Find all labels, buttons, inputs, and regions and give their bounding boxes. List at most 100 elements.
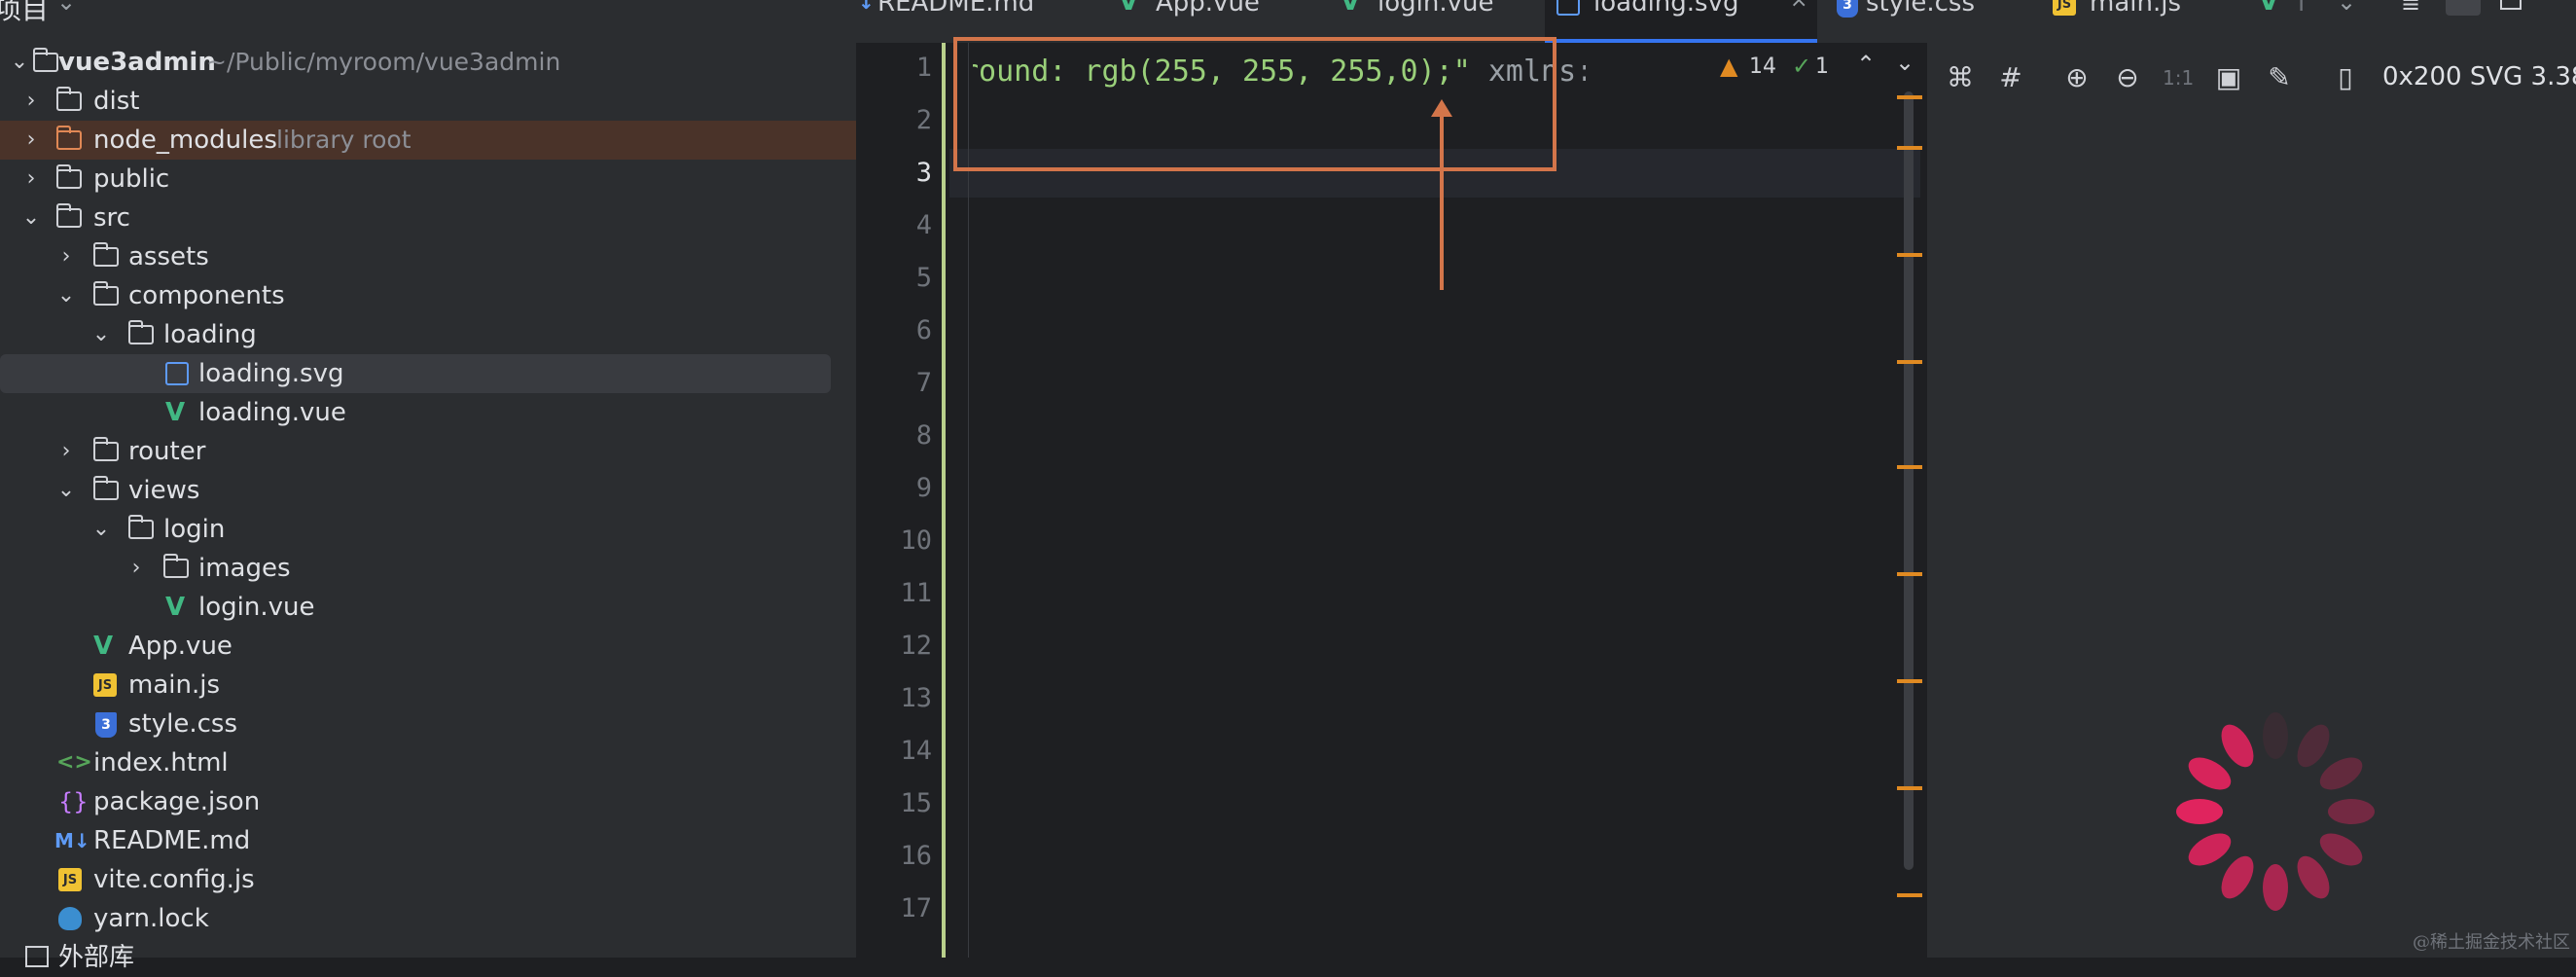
spinner-petal [2188,833,2232,866]
chevron-down-icon[interactable]: ⌄ [8,43,31,82]
background-icon[interactable]: ▣ [2213,62,2244,93]
grid-icon[interactable]: # [1995,62,2026,93]
actual-size-button[interactable]: 1:1 [2163,62,2194,93]
warning-icon: ▲ [1720,53,1738,80]
tree-item-external-libraries[interactable]: 外部库 [0,938,856,977]
warning-stripe[interactable] [1897,786,1922,790]
tree-item-index-html[interactable]: <> index.html [0,743,856,782]
tree-item-node-modules[interactable]: › node_modules library root [0,121,856,160]
chevron-right-icon[interactable]: › [19,82,43,121]
tab-main-js[interactable]: JS main.js [2051,0,2197,43]
folder-icon [162,554,191,580]
warning-stripe[interactable] [1897,95,1922,99]
spinner-petal [2319,833,2363,866]
menu-icon[interactable]: ≡ [2401,0,2420,18]
tree-root[interactable]: ⌄ vue3admin ~/Public/myroom/vue3admin [0,43,856,82]
chevron-right-icon[interactable]: › [19,160,43,199]
fit-icon[interactable]: ⌘ [1945,62,1976,93]
chevron-down-icon[interactable]: ⌄ [2337,0,2356,16]
tree-item-label: login [163,515,226,544]
tree-item-components[interactable]: ⌄ components [0,276,856,315]
zoom-in-icon[interactable]: ⊕ [2061,62,2093,93]
tree-item-style-css[interactable]: 3 style.css [0,705,856,743]
chevron-down-icon[interactable]: ⌄ [19,199,43,237]
chevron-down-icon[interactable]: ⌄ [54,471,78,510]
tree-item-public[interactable]: › public [0,160,856,199]
warning-stripe[interactable] [1897,360,1922,364]
tab-loading-svg[interactable]: loading.svg × [1545,0,1817,43]
annotation-arrow-head [1431,99,1452,117]
split-view-icon[interactable] [2446,0,2481,16]
tree-item-loading-vue[interactable]: V loading.vue [0,393,856,432]
tree-item-label: loading [163,320,257,349]
tree-item-assets[interactable]: › assets [0,237,856,276]
chevron-down-icon[interactable]: ⌄ [89,510,113,549]
project-panel: 项目 ⌄ ⌄ vue3admin ~/Public/myroom/vue3adm… [0,0,856,972]
tree-item-views[interactable]: ⌄ views [0,471,856,510]
chevron-down-icon[interactable]: ⌄ [54,276,78,315]
json-file-icon: {} [58,788,89,815]
warning-stripe[interactable] [1897,253,1922,257]
tree-item-vite-config[interactable]: JS vite.config.js [0,860,856,899]
yarn-file-icon [58,907,86,930]
tree-item-label: 外部库 [58,943,135,972]
js-file-icon: JS [93,673,121,697]
chevron-up-icon[interactable]: ⌃ [1856,51,1876,78]
warning-stripe[interactable] [1897,679,1922,683]
tab-label: README.md [877,0,1035,18]
vue-file-icon: V [165,398,186,427]
layout-icon[interactable]: ▯ [2330,62,2361,93]
chevron-down-icon[interactable]: ⌄ [89,315,113,354]
tab-overflow[interactable]: V l [2259,0,2317,43]
warning-stripe[interactable] [1897,572,1922,576]
line-number: 5 [915,263,932,293]
tree-item-label: public [93,164,170,194]
tree-item-label: dist [93,87,140,116]
tree-item-readme[interactable]: M↓ README.md [0,821,856,860]
tree-item-login-vue[interactable]: V login.vue [0,588,856,627]
annotation-arrow-shaft [1440,115,1444,290]
tree-item-yarn-lock[interactable]: yarn.lock [0,899,856,938]
tree-item-app-vue[interactable]: V App.vue [0,627,856,666]
chevron-right-icon[interactable]: › [125,549,148,588]
tree-item-router[interactable]: › router [0,432,856,471]
tree-item-label: views [128,476,200,505]
spinner-petal [2328,799,2375,824]
chevron-right-icon[interactable]: › [19,121,43,160]
tree-item-loading-folder[interactable]: ⌄ loading [0,315,856,354]
vertical-scrollbar[interactable] [1904,91,1914,870]
tree-item-src[interactable]: ⌄ src [0,199,856,237]
chevron-right-icon[interactable]: › [54,237,78,276]
vue-icon: V [1341,0,1361,17]
close-icon[interactable]: × [1790,0,1807,13]
line-number: 6 [915,315,932,345]
zoom-out-icon[interactable]: ⊖ [2112,62,2143,93]
tab-label: App.vue [1156,0,1260,18]
preview-only-icon[interactable] [2500,0,2522,10]
code-editor[interactable]: 1 2 3 4 5 6 7 8 9 10 11 12 13 14 15 16 1… [856,43,1926,958]
tree-item-main-js[interactable]: JS main.js [0,666,856,705]
spinner-petal [2297,724,2330,768]
tab-style-css[interactable]: 3 style.css [1829,0,1994,43]
tree-item-login[interactable]: ⌄ login [0,510,856,549]
spinner-petal [2297,855,2330,899]
chevron-down-icon[interactable]: ⌄ [56,0,76,16]
warning-stripe[interactable] [1897,465,1922,469]
tree-item-package-json[interactable]: {} package.json [0,782,856,821]
check-count: 1 [1815,54,1829,79]
color-picker-icon[interactable]: ✎ [2264,62,2295,93]
warning-stripe[interactable] [1897,893,1922,897]
warning-stripe[interactable] [1897,146,1922,150]
line-number-gutter: 1 2 3 4 5 6 7 8 9 10 11 12 13 14 15 16 1… [856,43,944,958]
vue-file-icon: V [165,593,186,622]
tree-item-loading-svg[interactable]: loading.svg [0,354,831,393]
line-number: 7 [915,368,932,398]
js-icon: JS [2053,0,2076,16]
chevron-right-icon[interactable]: › [54,432,78,471]
tree-item-dist[interactable]: › dist [0,82,856,121]
project-title[interactable]: 项目 [0,0,49,27]
svg-file-icon [165,362,193,385]
chevron-down-icon[interactable]: ⌄ [1895,49,1914,76]
folder-icon [55,203,84,230]
tree-item-images[interactable]: › images [0,549,856,588]
